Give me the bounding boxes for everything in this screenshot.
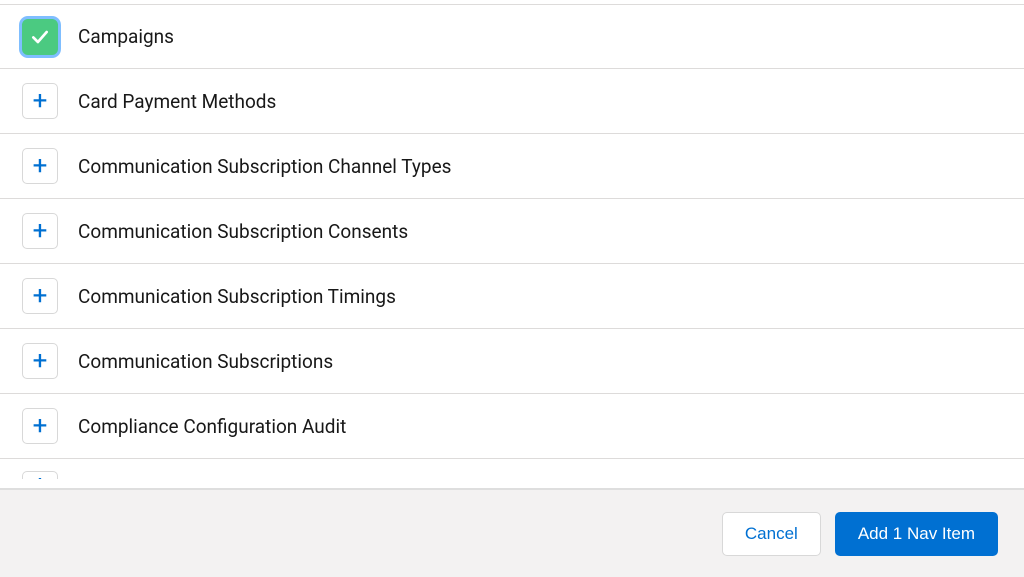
footer: Cancel Add 1 Nav Item: [0, 488, 1024, 577]
list-item[interactable]: Campaigns: [0, 4, 1024, 69]
list-item[interactable]: + Communication Subscription Consents: [0, 199, 1024, 264]
plus-icon[interactable]: +: [22, 213, 58, 249]
plus-icon[interactable]: +: [22, 83, 58, 119]
list-item[interactable]: + Compliance Configuration Audit: [0, 394, 1024, 459]
cancel-button[interactable]: Cancel: [722, 512, 821, 556]
plus-icon[interactable]: +: [22, 471, 58, 479]
plus-icon[interactable]: +: [22, 148, 58, 184]
list-item-label: Card Payment Methods: [78, 90, 276, 113]
list-item-label: Communication Subscription Timings: [78, 285, 396, 308]
list-item-partial: +: [0, 459, 1024, 479]
list-item[interactable]: + Communication Subscriptions: [0, 329, 1024, 394]
plus-icon[interactable]: +: [22, 278, 58, 314]
list-item[interactable]: + Communication Subscription Channel Typ…: [0, 134, 1024, 199]
list-item-label: Communication Subscriptions: [78, 350, 333, 373]
list-item-label: Compliance Configuration Audit: [78, 415, 346, 438]
list-item[interactable]: + Communication Subscription Timings: [0, 264, 1024, 329]
list-item-label: Campaigns: [78, 25, 174, 48]
add-nav-item-button[interactable]: Add 1 Nav Item: [835, 512, 998, 556]
check-icon[interactable]: [22, 19, 58, 55]
plus-icon[interactable]: +: [22, 408, 58, 444]
list-item[interactable]: + Card Payment Methods: [0, 69, 1024, 134]
nav-item-list: Campaigns + Card Payment Methods + Commu…: [0, 0, 1024, 488]
list-item-label: Communication Subscription Channel Types: [78, 155, 451, 178]
plus-icon[interactable]: +: [22, 343, 58, 379]
list-item-label: Communication Subscription Consents: [78, 220, 408, 243]
